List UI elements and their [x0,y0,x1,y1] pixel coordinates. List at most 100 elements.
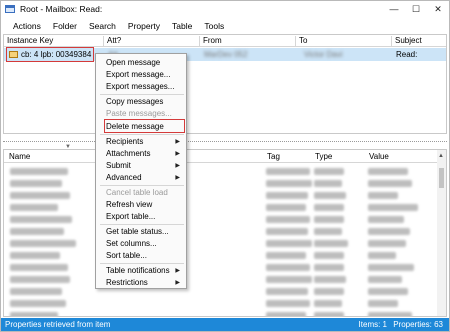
menu-item-export-table[interactable]: Export table... [106,212,155,221]
to-cell: Victor Davi [304,50,343,59]
menu-separator [100,263,184,264]
blurred-cell [10,312,58,316]
status-message: Properties retrieved from item [5,320,111,329]
submenu-arrow-icon: ▶ [175,163,180,169]
column-name[interactable]: Name [6,152,30,161]
menu-item-refresh-view[interactable]: Refresh view [106,200,152,209]
menu-search[interactable]: Search [83,21,122,31]
blurred-cell [314,204,344,211]
blurred-cell [368,300,398,307]
vertical-scrollbar[interactable]: ▲ [437,150,446,316]
maximize-button[interactable]: ☐ [405,1,427,17]
property-row[interactable] [4,310,436,316]
blurred-cell [368,276,402,283]
column-type[interactable]: Type [312,152,332,161]
property-row[interactable] [4,178,436,190]
blurred-cell [314,216,344,223]
menu-property[interactable]: Property [122,21,166,31]
blurred-cell [266,192,308,199]
scrollbar-thumb[interactable] [439,168,444,188]
blurred-cell [368,228,410,235]
delete-message-highlight [104,119,185,133]
blurred-cell [266,216,310,223]
column-to[interactable]: To [296,36,392,47]
menu-item-table-notifications[interactable]: Table notifications [106,266,170,275]
splitter-line [3,141,447,142]
blurred-cell [368,312,412,316]
property-row[interactable] [4,274,436,286]
property-row[interactable] [4,214,436,226]
title-bar: Root - Mailbox: Read: — ☐ ✕ [1,1,449,17]
menu-item-sort-table[interactable]: Sort table... [106,251,147,260]
menu-tools[interactable]: Tools [198,21,230,31]
menu-item-restrictions[interactable]: Restrictions [106,278,148,287]
blurred-cell [10,252,60,259]
column-tag[interactable]: Tag [264,152,280,161]
menu-item-get-table-status[interactable]: Get table status... [106,227,169,236]
status-properties-count: Properties: 63 [393,320,443,329]
property-row[interactable] [4,238,436,250]
property-row[interactable] [4,250,436,262]
column-from[interactable]: From [200,36,296,47]
blurred-cell [368,264,414,271]
blurred-cell [314,228,342,235]
blurred-cell [368,288,408,295]
property-row[interactable] [4,166,436,178]
menu-item-open-message[interactable]: Open message [106,58,160,67]
menu-item-advanced[interactable]: Advanced [106,173,142,182]
status-items-count: Items: 1 [358,320,387,329]
menu-table[interactable]: Table [166,21,198,31]
blurred-cell [266,168,310,175]
blurred-cell [266,204,306,211]
contents-table-header: Instance Key Att? From To Subject [4,35,446,47]
blurred-cell [266,276,312,283]
scroll-up-icon[interactable]: ▲ [438,153,444,159]
menu-item-recipients[interactable]: Recipients [106,137,143,146]
blurred-cell [368,240,406,247]
blurred-cell [10,264,68,271]
blurred-cell [314,192,346,199]
submenu-arrow-icon: ▶ [175,175,180,181]
blurred-cell [314,300,342,307]
blurred-cell [314,312,344,316]
menu-item-attachments[interactable]: Attachments [106,149,150,158]
blurred-cell [10,216,72,223]
menu-separator [100,224,184,225]
menu-item-cancel-table-load: Cancel table load [106,188,168,197]
context-menu: Open message Export message... Export me… [95,53,187,289]
properties-table-header: Name Tag Type Value [4,150,446,163]
property-row[interactable] [4,298,436,310]
blurred-cell [368,204,418,211]
blurred-cell [266,264,310,271]
property-row[interactable] [4,226,436,238]
pane-splitter[interactable]: ▼ [3,137,447,150]
property-row[interactable] [4,262,436,274]
from-cell: MarDev 052 [204,50,248,59]
menu-folder[interactable]: Folder [47,21,83,31]
menu-item-export-message[interactable]: Export message... [106,70,170,79]
menu-item-copy-messages[interactable]: Copy messages [106,97,163,106]
column-value[interactable]: Value [366,152,389,161]
column-subject[interactable]: Subject [392,36,446,47]
blurred-cell [314,288,344,295]
blurred-cell [10,300,66,307]
property-row[interactable] [4,202,436,214]
blurred-cell [10,276,70,283]
close-button[interactable]: ✕ [427,1,449,17]
menu-separator [100,134,184,135]
blurred-cell [10,192,70,199]
menu-item-submit[interactable]: Submit [106,161,131,170]
blurred-cell [266,312,306,316]
menu-actions[interactable]: Actions [1,21,47,31]
column-att[interactable]: Att? [104,36,200,47]
status-bar: Properties retrieved from item Items: 1 … [1,318,449,331]
menu-item-set-columns[interactable]: Set columns... [106,239,157,248]
blurred-cell [314,264,344,271]
menu-separator [100,94,184,95]
property-row[interactable] [4,286,436,298]
minimize-button[interactable]: — [383,1,405,17]
property-row[interactable] [4,190,436,202]
menu-item-export-messages[interactable]: Export messages... [106,82,174,91]
subject-cell: Read: [396,50,418,59]
column-instance-key[interactable]: Instance Key [4,36,104,47]
